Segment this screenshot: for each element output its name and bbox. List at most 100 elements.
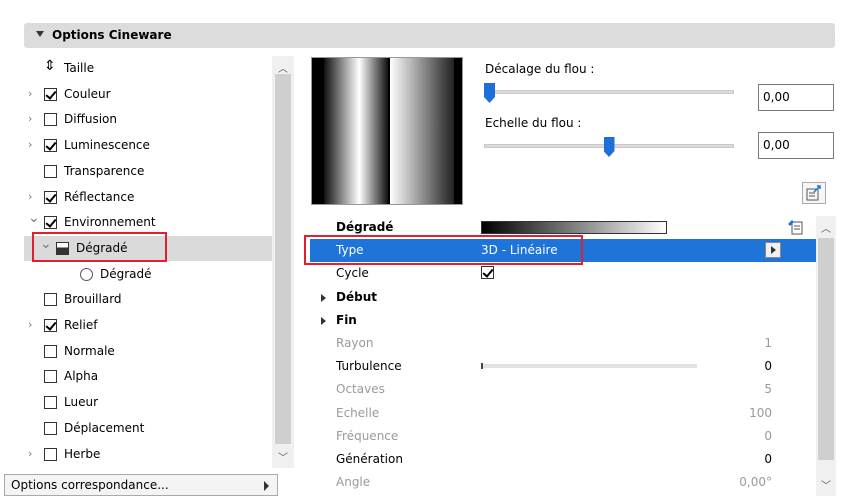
expand-group-icon[interactable]: [321, 293, 326, 302]
channel-checkbox[interactable]: [44, 421, 57, 435]
property-number[interactable]: 0: [764, 429, 772, 443]
type-dropdown-button[interactable]: [765, 242, 781, 259]
tree-scrollbar[interactable]: ︿ ﹀: [272, 56, 294, 468]
tree-item[interactable]: ⌄ Dégradé: [24, 235, 272, 261]
property-key: Fréquence: [336, 428, 399, 443]
tree-item-label: Diffusion: [64, 112, 117, 127]
tree-item[interactable]: › Réflectance: [24, 185, 272, 210]
property-row[interactable]: Dégradé: [310, 216, 816, 239]
channel-checkbox[interactable]: [44, 396, 57, 410]
property-number[interactable]: 5: [764, 382, 772, 396]
property-row[interactable]: Rayon 1: [310, 332, 816, 355]
channel-checkbox[interactable]: [44, 447, 57, 461]
property-key: Rayon: [336, 336, 374, 350]
property-key: Dégradé: [336, 220, 394, 234]
expand-chevron-icon[interactable]: ›: [28, 319, 38, 331]
grid-scroll-thumb[interactable]: [818, 238, 834, 460]
preview-gradient-band-2: [390, 58, 454, 204]
property-scrollbar[interactable]: ︿ ﹀: [816, 216, 836, 496]
gradient-bar[interactable]: [481, 221, 667, 234]
expand-chevron-icon[interactable]: ›: [28, 190, 38, 203]
expand-chevron-icon[interactable]: ›: [28, 87, 38, 100]
channel-checkbox[interactable]: [44, 87, 57, 101]
property-grid[interactable]: Dégradé Type 3D - Linéaire Cycle Début Fin Ray…: [310, 216, 816, 496]
tree-item[interactable]: Normale: [24, 339, 272, 364]
channel-checkbox[interactable]: [44, 113, 57, 127]
property-row[interactable]: Fin: [310, 309, 816, 332]
property-key: Fin: [336, 312, 357, 327]
tree-item[interactable]: Brouillard: [24, 287, 272, 312]
property-number[interactable]: 100: [749, 406, 772, 420]
collapse-arrow-icon[interactable]: [36, 31, 44, 37]
tree-item[interactable]: › Luminescence: [24, 133, 272, 158]
resize-icon: ⇕: [44, 58, 56, 74]
channel-checkbox[interactable]: [44, 344, 57, 358]
tree-item-label: Transparence: [64, 163, 145, 178]
blur-scale-slider-thumb[interactable]: [603, 137, 615, 157]
property-row[interactable]: Début: [310, 286, 816, 309]
property-row[interactable]: Angle 0,00°: [310, 471, 816, 494]
options-cineware-header[interactable]: Options Cineware: [24, 23, 835, 48]
channel-checkbox[interactable]: [44, 139, 57, 153]
expand-chevron-icon[interactable]: ›: [28, 447, 38, 460]
channel-checkbox[interactable]: [44, 293, 57, 307]
expand-chevron-icon[interactable]: ›: [28, 139, 38, 151]
property-number[interactable]: 0,00°: [739, 475, 772, 489]
expand-group-icon[interactable]: [321, 316, 326, 325]
collapse-chevron-icon[interactable]: ⌄: [40, 237, 52, 251]
scroll-up-icon[interactable]: ︿: [278, 60, 288, 75]
channel-checkbox[interactable]: [44, 164, 57, 178]
property-row[interactable]: Fréquence 0: [310, 425, 816, 448]
tree-item[interactable]: Dégradé: [24, 262, 272, 287]
tree-item[interactable]: Alpha: [24, 364, 272, 389]
tree-item[interactable]: › Herbe: [24, 442, 272, 467]
channel-checkbox[interactable]: [44, 190, 57, 204]
submenu-arrow-icon: [264, 481, 269, 491]
options-correspondance-button[interactable]: Options correspondance...: [4, 474, 278, 496]
expand-chevron-icon[interactable]: ›: [28, 113, 38, 125]
cycle-checkbox[interactable]: [481, 266, 494, 280]
tree-item-label: Dégradé: [76, 240, 128, 255]
property-row[interactable]: Echelle 100: [310, 402, 816, 425]
blur-offset-slider-thumb[interactable]: [484, 83, 495, 103]
tree-item[interactable]: Lueur: [24, 390, 272, 415]
tree-item[interactable]: ⌄ Environnement: [24, 210, 272, 235]
channel-checkbox[interactable]: [44, 370, 57, 384]
tree-item-label: Brouillard: [64, 292, 122, 307]
tree-item[interactable]: › Relief: [24, 313, 272, 338]
export-icon: [806, 185, 821, 201]
tree-item[interactable]: › Diffusion: [24, 107, 272, 132]
property-number[interactable]: 1: [764, 336, 772, 350]
grid-scroll-down-icon[interactable]: ﹀: [821, 477, 831, 492]
tree-item[interactable]: Déplacement: [24, 416, 272, 441]
tree-item-label: Lueur: [64, 395, 99, 410]
property-row[interactable]: Génération 0: [310, 448, 816, 471]
property-number[interactable]: 0: [764, 359, 772, 373]
grid-scroll-up-icon[interactable]: ︿: [821, 220, 831, 235]
radio-icon[interactable]: [80, 267, 93, 281]
tree-item-label: Relief: [64, 318, 98, 332]
property-row[interactable]: Type 3D - Linéaire: [310, 239, 816, 263]
tree-item[interactable]: ⇕ Taille: [24, 56, 272, 81]
property-number[interactable]: 0: [764, 452, 772, 466]
blur-offset-input[interactable]: 0,00: [758, 84, 834, 111]
collapse-chevron-icon[interactable]: ⌄: [28, 211, 40, 225]
turbulence-slider[interactable]: [481, 363, 697, 370]
property-row[interactable]: Octaves 5: [310, 378, 816, 401]
blur-offset-track[interactable]: [484, 90, 734, 94]
gradient-channel-icon[interactable]: [56, 241, 69, 255]
tree-item[interactable]: › Couleur: [24, 82, 272, 107]
channel-checkbox[interactable]: [44, 216, 57, 230]
channel-checkbox[interactable]: [44, 319, 57, 332]
tree-item[interactable]: Transparence: [24, 159, 272, 184]
property-row[interactable]: Turbulence 0: [310, 355, 816, 378]
property-row[interactable]: Cycle: [310, 262, 816, 285]
property-key: Octaves: [336, 382, 385, 397]
scroll-down-icon[interactable]: ﹀: [278, 449, 288, 464]
tree-item-label: Taille: [64, 61, 95, 75]
export-button[interactable]: [802, 182, 826, 204]
tree-scroll-thumb[interactable]: [275, 74, 291, 444]
channel-tree[interactable]: ⇕ Taille › Couleur › Diffusion › Luminescence Tr…: [24, 56, 294, 468]
tree-item-label: Déplacement: [64, 420, 145, 435]
blur-scale-input[interactable]: 0,00: [758, 132, 834, 159]
